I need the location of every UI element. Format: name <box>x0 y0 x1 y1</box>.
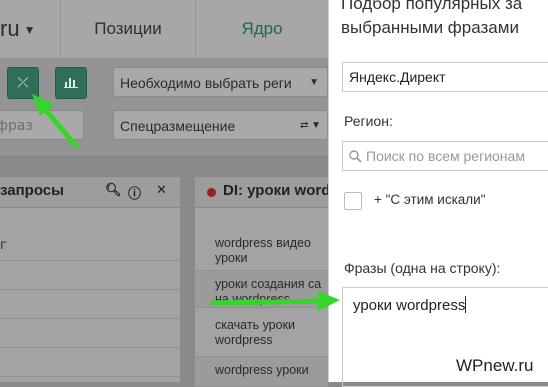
annotation-arrows <box>32 94 340 311</box>
arrow-icon <box>210 291 340 311</box>
arrow-icon <box>32 94 79 149</box>
watermark: WPnew.ru <box>456 356 534 375</box>
